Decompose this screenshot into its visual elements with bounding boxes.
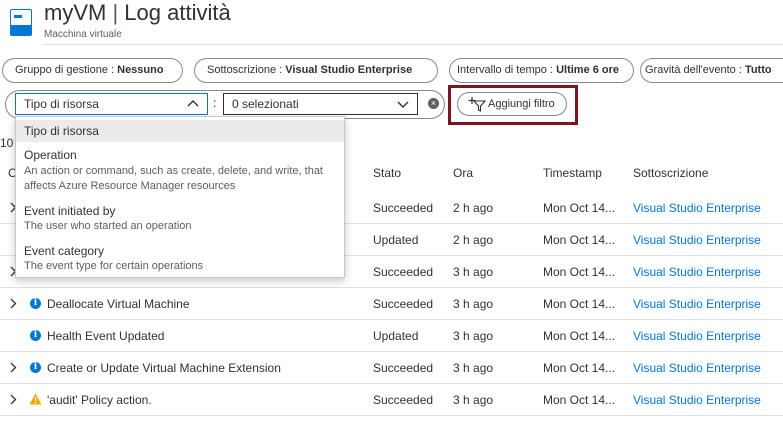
option-label: Tipo di risorsa [24,124,99,138]
filter-pill-value: Visual Studio Enterprise [285,64,413,76]
chevron-down-icon [397,101,409,108]
filter-pill-time-range[interactable]: Intervallo di tempo : Ultime 6 ore [449,58,634,83]
title-separator: | [112,0,119,25]
status-cell: Succeeded [373,201,434,215]
resource-type-dropdown-value: Tipo di risorsa [24,97,99,111]
operation-name: Health Event Updated [47,329,165,343]
subscription-link[interactable]: Visual Studio Enterprise [633,233,761,247]
virtual-machine-icon [10,9,32,36]
chevron-right-icon[interactable] [9,362,17,373]
time-cell: 3 h ago [453,361,494,375]
timestamp-cell: Mon Oct 14... [543,297,616,311]
info-icon: i [30,298,41,309]
subscription-link[interactable]: Visual Studio Enterprise [633,201,761,215]
filter-colon: : [213,96,217,110]
operation-name: Create or Update Virtual Machine Extensi… [47,361,281,375]
column-header-subscription[interactable]: Sottoscrizione [633,166,708,180]
scrollbar[interactable] [776,150,780,420]
info-icon: i [30,362,41,373]
status-cell: Succeeded [373,361,434,375]
time-cell: 2 h ago [453,201,494,215]
filter-pill-management-group[interactable]: Gruppo di gestione : Nessuno [2,58,183,83]
timestamp-cell: Mon Oct 14... [543,265,616,279]
option-description: The event type for certain operations [24,260,204,272]
option-description: An action or command, such as create, de… [24,165,323,192]
subscription-link[interactable]: Visual Studio Enterprise [633,393,761,407]
filter-pill-value: Ultime 6 ore [556,64,620,76]
filter-pill-event-severity[interactable]: Gravità dell'evento : Tutto [640,58,783,83]
option-title: Event category [24,244,105,258]
operation-name: 'audit' Policy action. [47,393,152,407]
subscription-link[interactable]: Visual Studio Enterprise [633,297,761,311]
resource-type-dropdown[interactable]: Tipo di risorsa [15,93,208,115]
option-title: Event initiated by [24,204,116,218]
chevron-up-icon [187,100,199,107]
timestamp-cell: Mon Oct 14... [543,201,616,215]
timestamp-cell: Mon Oct 14... [543,393,616,407]
option-operation[interactable]: Operation An action or command, such as … [16,148,344,194]
info-icon: i [30,330,41,341]
time-cell: 3 h ago [453,265,494,279]
time-cell: 3 h ago [453,297,494,311]
time-cell: 2 h ago [453,233,494,247]
title-page-name: Log attività [124,0,231,25]
filter-pill-label: Intervallo di tempo : [457,64,557,76]
status-cell: Updated [373,329,419,343]
table-row[interactable]: i Create or Update Virtual Machine Extens… [0,352,783,384]
warning-icon [29,393,42,405]
column-header-time[interactable]: Ora [453,166,473,180]
page-title: myVM | Log attività [44,0,231,26]
title-resource-name: myVM [44,0,107,25]
page-subtitle: Macchina virtuale [44,29,122,40]
status-cell: Succeeded [373,393,434,407]
timestamp-cell: Mon Oct 14... [543,361,616,375]
result-count: 10 [0,136,14,150]
header-divider [44,44,783,45]
filter-pill-label: Sottoscrizione : [207,64,286,76]
status-cell: Succeeded [373,265,434,279]
timestamp-cell: Mon Oct 14... [543,329,616,343]
option-description: The user who started an operation [24,220,192,232]
table-row[interactable]: 'audit' Policy action. Succeeded 3 h ago Mo… [0,384,783,416]
selection-dropdown-value: 0 selezionati [232,97,299,111]
status-cell: Updated [373,233,419,247]
subscription-link[interactable]: Visual Studio Enterprise [633,329,761,343]
selection-dropdown[interactable]: 0 selezionati [223,93,418,115]
table-row[interactable]: i Deallocate Virtual Machine Succeeded 3 h … [0,288,783,320]
column-header-status[interactable]: Stato [373,166,401,180]
subscription-link[interactable]: Visual Studio Enterprise [633,361,761,375]
filter-pill-label: Gruppo di gestione : [15,64,118,76]
option-event-category[interactable]: Event category The event type for certai… [16,244,344,272]
option-resource-type[interactable]: Tipo di risorsa [16,120,344,142]
time-cell: 3 h ago [453,329,494,343]
option-event-initiated-by[interactable]: Event initiated by The user who started … [16,204,344,232]
subscription-link[interactable]: Visual Studio Enterprise [633,265,761,279]
column-header-timestamp[interactable]: Timestamp [543,166,602,180]
filter-pill-subscription[interactable]: Sottoscrizione : Visual Studio Enterpris… [194,58,438,83]
filter-pill-label: Gravità dell'evento : [645,64,745,76]
status-cell: Succeeded [373,297,434,311]
clear-filter-icon[interactable]: × [428,98,439,109]
timestamp-cell: Mon Oct 14... [543,233,616,247]
resource-type-options-popup: Tipo di risorsa Operation An action or c… [15,116,345,278]
operation-name: Deallocate Virtual Machine [47,297,190,311]
option-title: Operation [24,148,77,162]
time-cell: 3 h ago [453,393,494,407]
chevron-right-icon[interactable] [9,298,17,309]
filter-pill-value: Nessuno [117,64,164,76]
table-row[interactable]: i Health Event Updated Updated 3 h ago Mon O… [0,320,783,352]
highlight-box [448,85,578,125]
chevron-right-icon[interactable] [9,394,17,405]
filter-pill-value: Tutto [744,64,772,76]
